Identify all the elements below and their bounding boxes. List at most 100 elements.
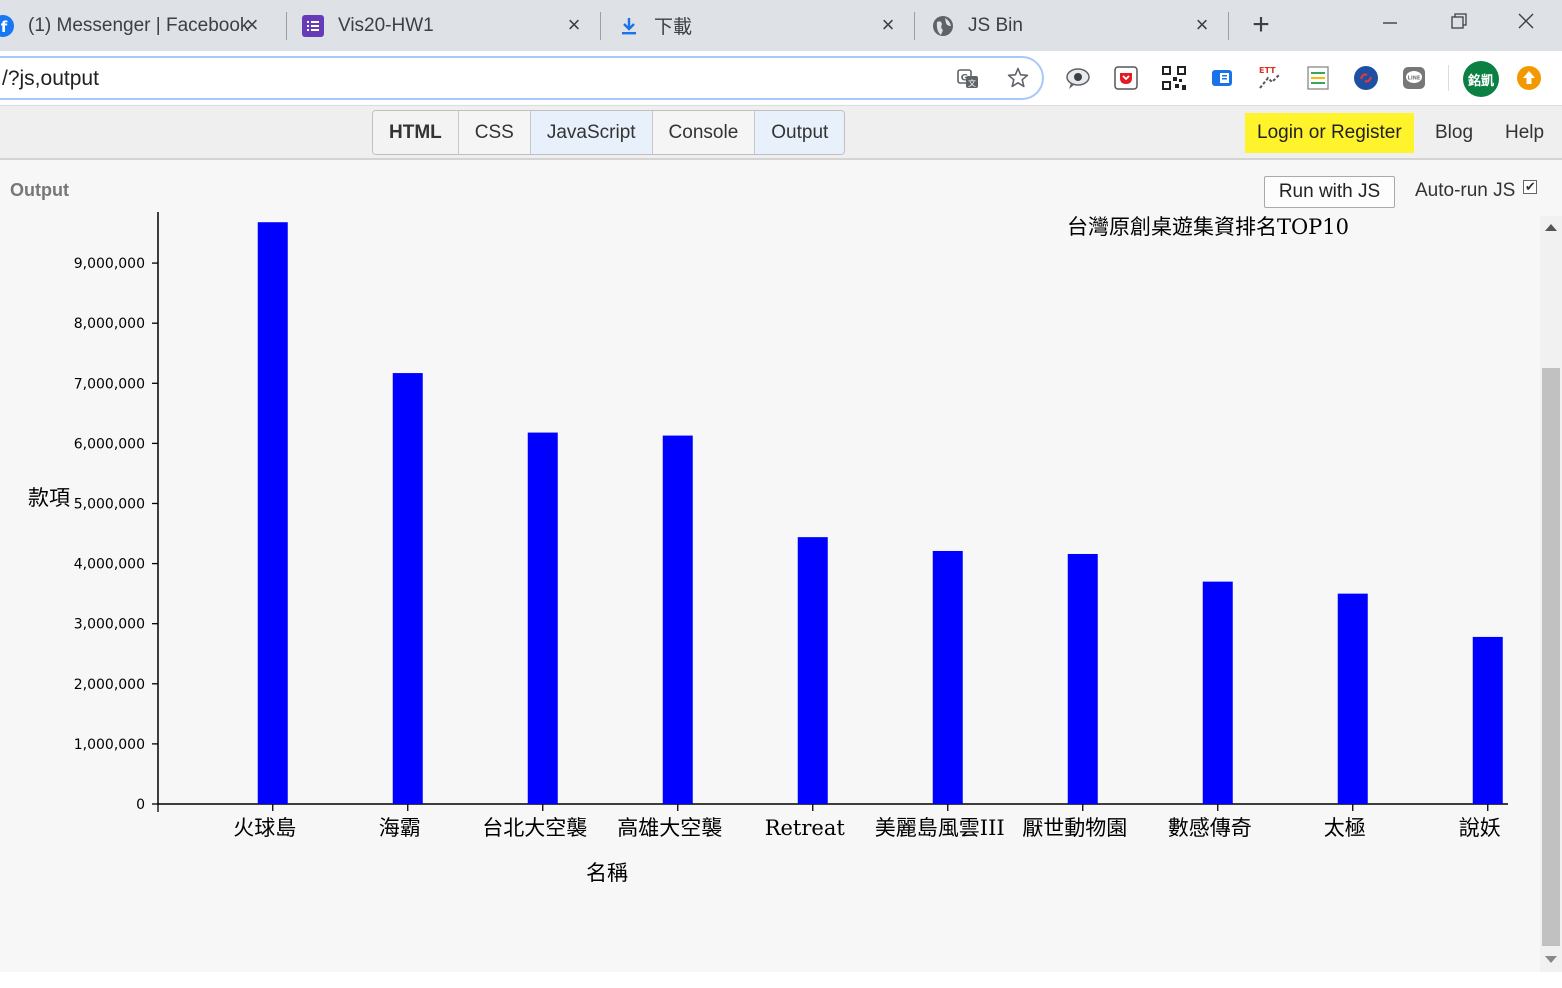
toolbar-divider (1448, 65, 1449, 91)
extension-chat-icon[interactable] (1064, 64, 1092, 92)
update-icon[interactable] (1515, 64, 1543, 92)
restore-button[interactable] (1438, 8, 1478, 38)
x-tick-label: Retreat (765, 816, 846, 840)
close-icon[interactable]: × (876, 13, 900, 37)
tab-separator (914, 12, 915, 40)
x-tick-label: 美麗島風雲III (875, 816, 1005, 840)
tab-downloads[interactable]: 下載 × (618, 0, 912, 51)
x-tick-label: 太極 (1324, 816, 1366, 840)
address-url[interactable]: /?js,output (2, 67, 99, 91)
bar (797, 537, 828, 804)
bar (527, 432, 558, 804)
browser-tab-strip: f (1) Messenger | Facebook × Vis20-HW1 ×… (0, 0, 1562, 51)
x-tick-label: 數感傳奇 (1168, 816, 1252, 840)
extension-reader-icon[interactable] (1208, 64, 1236, 92)
globe-icon (932, 15, 954, 37)
bar (1472, 636, 1503, 804)
scroll-thumb[interactable] (1542, 368, 1560, 946)
tab-separator (1228, 12, 1229, 40)
restore-icon (1451, 13, 1467, 29)
y-tick-label: 8,000,000 (74, 316, 145, 332)
bookmark-star-icon[interactable] (1006, 66, 1030, 95)
extension-line-icon[interactable]: LINE (1400, 64, 1428, 92)
extension-link-icon[interactable] (1352, 64, 1380, 92)
bar (1337, 593, 1368, 804)
panel-javascript-button[interactable]: JavaScript (530, 111, 653, 154)
panel-toggle-group: HTML CSS JavaScript Console Output (372, 110, 846, 155)
tab-label: Vis20-HW1 (338, 14, 434, 36)
tab-separator (600, 12, 601, 40)
minimize-icon (1383, 22, 1397, 24)
x-tick-label: 火球島 (233, 816, 296, 840)
y-axis: 0 1,000,000 2,000,000 3,000,000 4,000,000 5,0… (74, 212, 159, 813)
panel-html-button[interactable]: HTML (373, 111, 459, 154)
bar (662, 435, 693, 804)
extension-pocket-icon[interactable] (1112, 64, 1140, 92)
output-scrollbar[interactable] (1540, 216, 1562, 972)
browser-toolbar: /?js,output G文 ETT LINE 銘凱 (0, 51, 1562, 106)
close-icon[interactable]: × (562, 13, 586, 37)
funding-bar-chart: 0 1,000,000 2,000,000 3,000,000 4,000,000 5,0… (28, 212, 1508, 885)
profile-avatar[interactable]: 銘凱 (1463, 61, 1499, 97)
svg-text:ETT: ETT (1259, 66, 1276, 75)
help-link[interactable]: Help (1505, 113, 1544, 153)
bar (1067, 553, 1098, 804)
scroll-up-icon[interactable] (1545, 224, 1557, 231)
bar (392, 373, 423, 804)
new-tab-button[interactable]: + (1245, 10, 1277, 42)
download-icon (618, 15, 640, 37)
jsbin-header: HTML CSS JavaScript Console Output Login… (0, 106, 1562, 160)
y-tick-label: 7,000,000 (74, 376, 145, 392)
extension-qr-code-icon[interactable] (1160, 64, 1188, 92)
svg-text:LINE: LINE (1408, 76, 1421, 82)
tab-jsbin[interactable]: JS Bin × (932, 0, 1226, 51)
close-icon[interactable]: × (1190, 13, 1214, 37)
close-window-icon (1518, 13, 1534, 29)
panel-css-button[interactable]: CSS (459, 111, 531, 154)
minimize-button[interactable] (1370, 8, 1410, 38)
tab-label: 下載 (654, 17, 693, 38)
x-tick-label: 台北大空襲 (482, 816, 587, 840)
scroll-down-icon[interactable] (1545, 956, 1557, 963)
close-window-button[interactable] (1506, 8, 1546, 38)
y-tick-label: 3,000,000 (74, 617, 145, 633)
tab-separator (286, 12, 287, 40)
svg-text:文: 文 (968, 78, 976, 88)
translate-icon[interactable]: G文 (956, 67, 980, 96)
tab-vis20-hw1[interactable]: Vis20-HW1 × (302, 0, 598, 51)
bar (932, 550, 963, 804)
tab-label: (1) Messenger | Facebook (28, 14, 250, 36)
panel-output-button[interactable]: Output (755, 111, 845, 154)
login-register-button[interactable]: Login or Register (1245, 113, 1414, 153)
address-bar[interactable]: /?js,output G文 (0, 56, 1044, 100)
chart-title: 台灣原創桌遊集資排名TOP10 (1067, 215, 1349, 239)
extension-sheet-icon[interactable] (1304, 64, 1332, 92)
forms-icon (302, 14, 324, 37)
x-axis: 火球島 海霸 台北大空襲 高雄大空襲 Retreat 美麗島風雲III 厭世動物園 數感傳奇 太… (157, 803, 1508, 840)
facebook-icon: f (0, 14, 14, 37)
x-tick-label: 厭世動物園 (1022, 816, 1127, 840)
panel-console-button[interactable]: Console (653, 111, 756, 154)
y-tick-label: 4,000,000 (74, 557, 145, 573)
y-tick-label: 9,000,000 (74, 256, 145, 272)
bars (257, 222, 1503, 804)
x-tick-label: 說妖 (1459, 816, 1501, 840)
y-tick-label: 5,000,000 (74, 496, 145, 512)
y-tick-label: 0 (136, 797, 145, 813)
close-icon[interactable]: × (240, 13, 264, 37)
x-tick-label: 高雄大空襲 (617, 816, 722, 840)
y-tick-label: 2,000,000 (74, 677, 145, 693)
y-tick-label: 1,000,000 (74, 737, 145, 753)
tab-label: JS Bin (968, 14, 1023, 36)
svg-text:f: f (1, 18, 8, 36)
y-tick-label: 6,000,000 (74, 436, 145, 452)
x-axis-title: 名稱 (586, 861, 628, 885)
y-axis-title: 款項 (28, 486, 70, 510)
tab-messenger[interactable]: f (1) Messenger | Facebook × (0, 0, 276, 51)
window-bottom-edge (0, 972, 1562, 988)
bar (1202, 581, 1233, 804)
x-tick-label: 海霸 (379, 816, 421, 840)
bar (257, 222, 288, 804)
blog-link[interactable]: Blog (1435, 113, 1473, 153)
extension-ett-icon[interactable]: ETT (1256, 64, 1284, 92)
